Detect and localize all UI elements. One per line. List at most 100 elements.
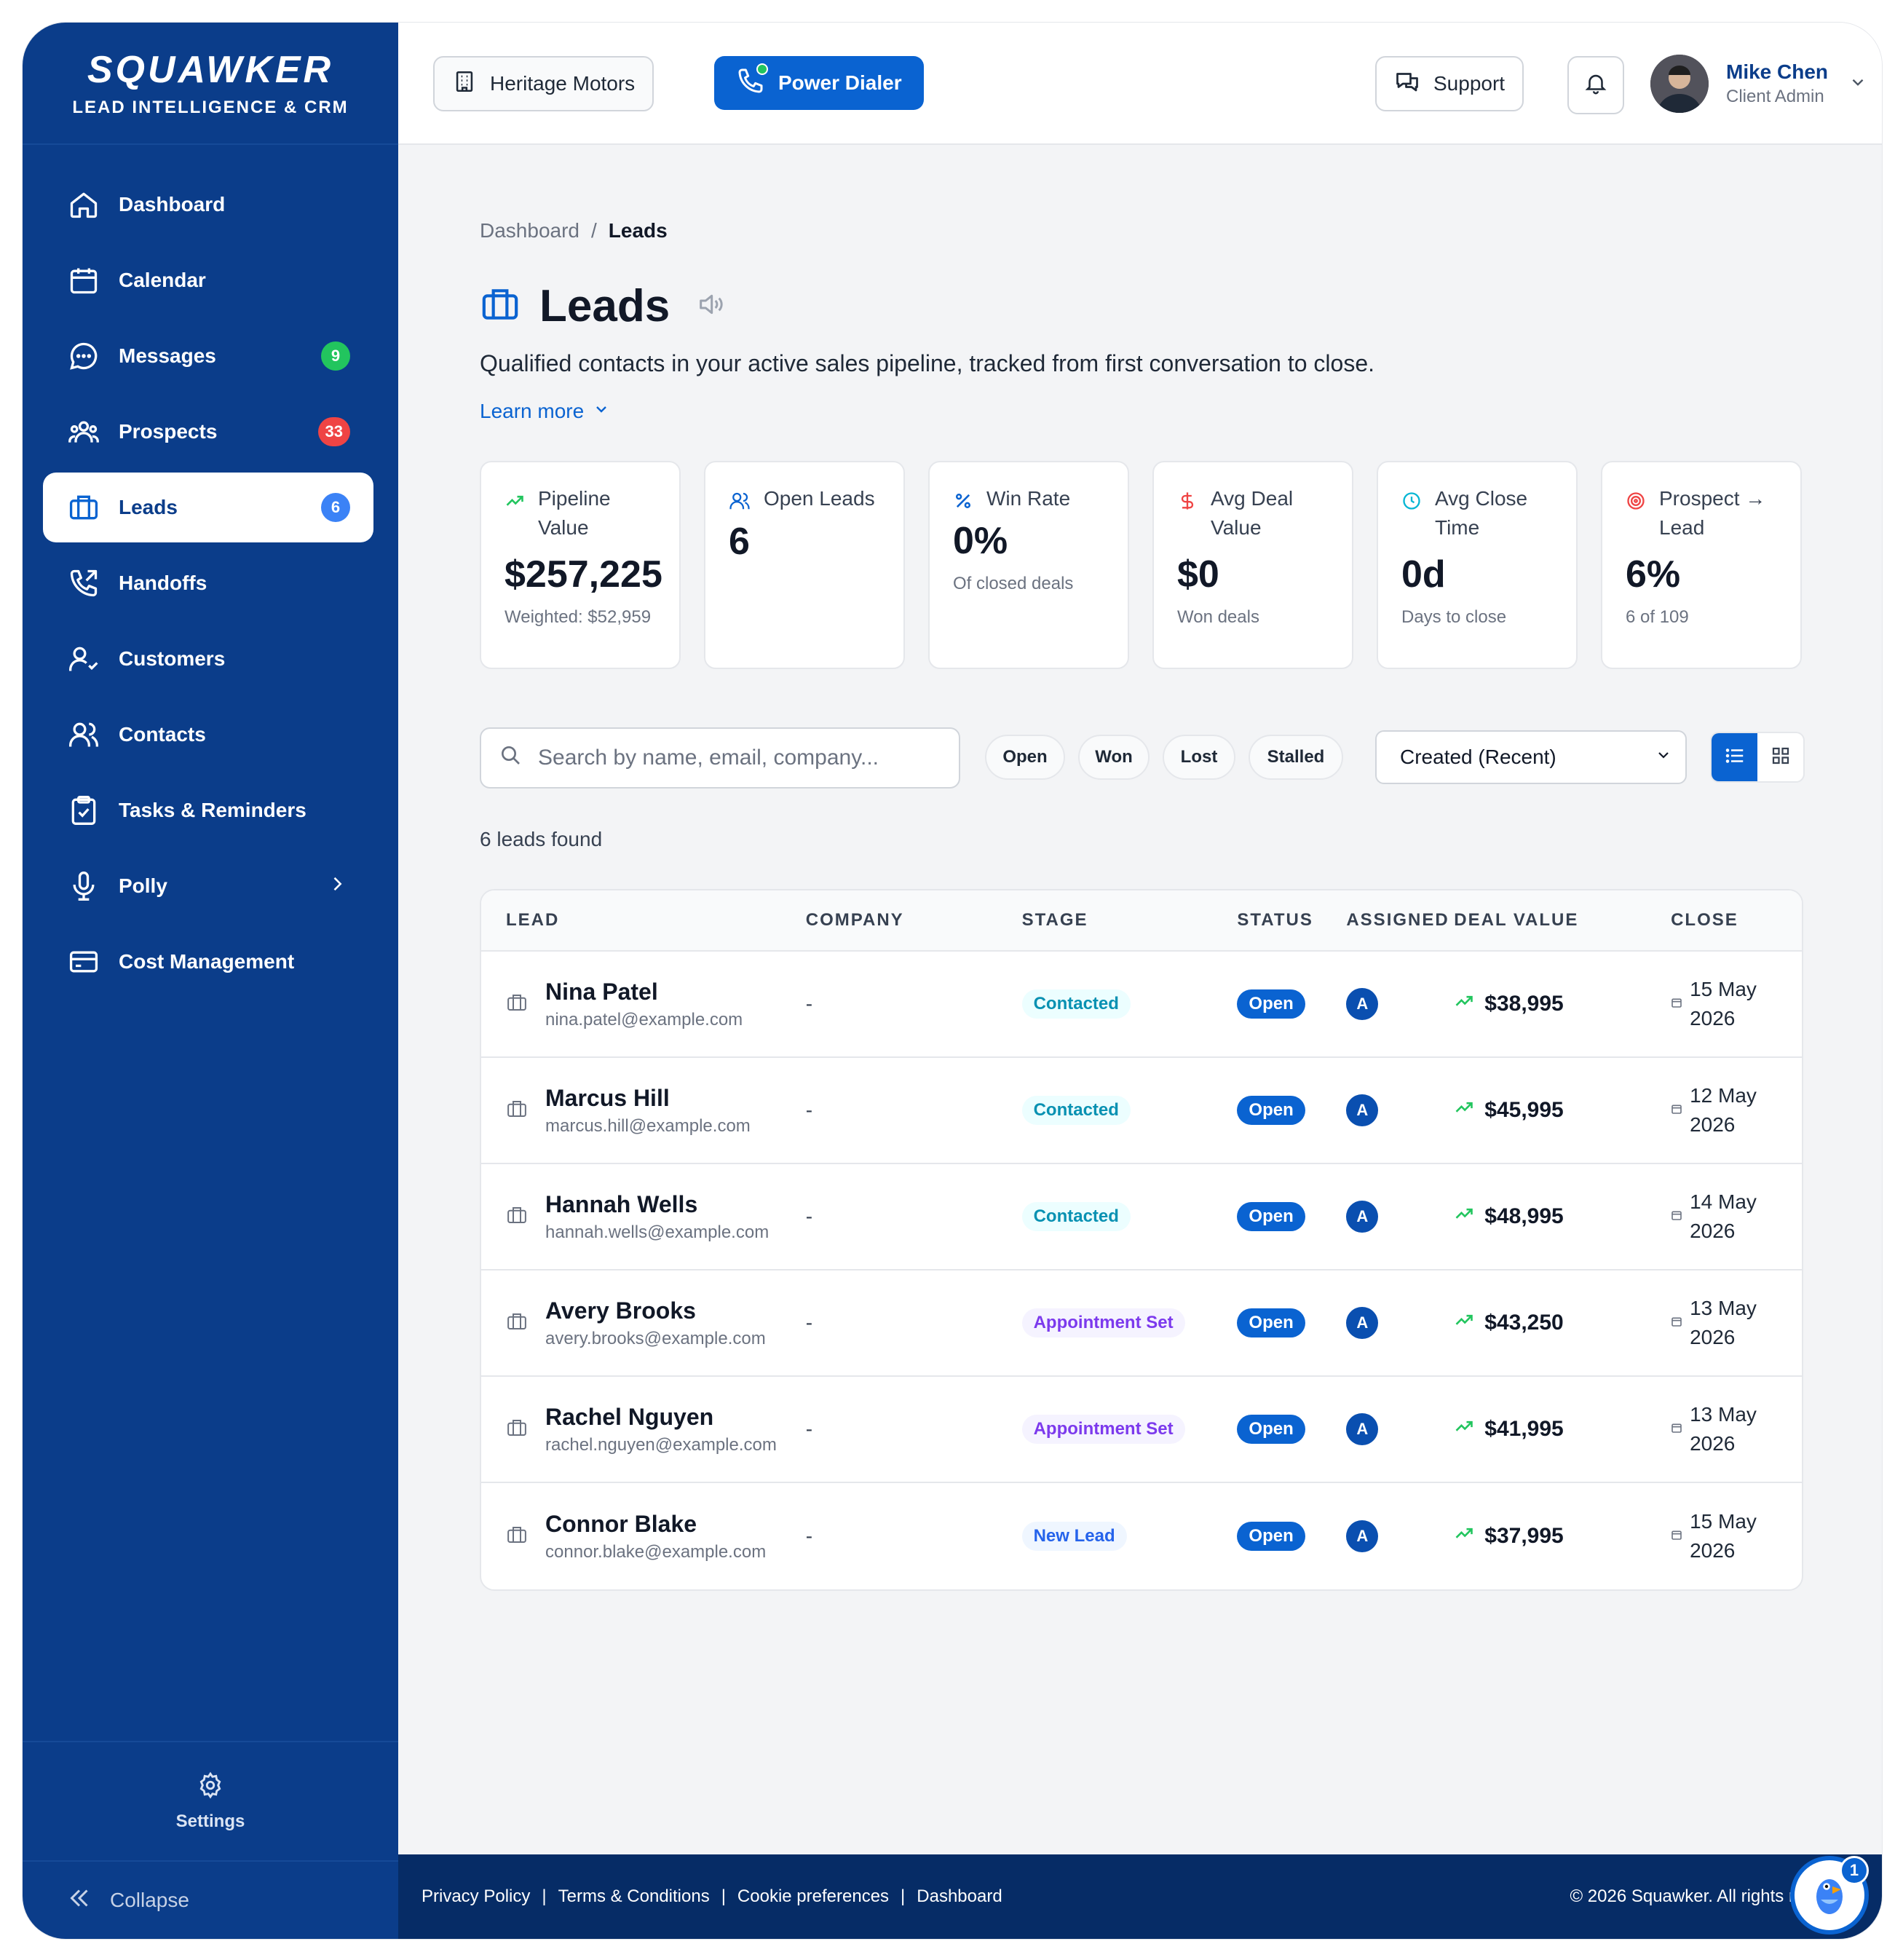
home-icon [68, 189, 100, 221]
main-content: Dashboard / Leads Leads Qualified contacts… [398, 145, 1882, 1854]
table-row[interactable]: Nina Patel nina.patel@example.com - Cont… [481, 952, 1802, 1058]
chat-widget-button[interactable]: 1 [1790, 1856, 1869, 1935]
sidebar-item-dashboard[interactable]: Dashboard [43, 170, 373, 240]
lead-name[interactable]: Hannah Wells [545, 1191, 769, 1218]
stat-label: Avg Deal Value [1211, 487, 1294, 539]
sidebar-item-calendar[interactable]: Calendar [43, 245, 373, 315]
close-date-cell: 13 May 2026 [1671, 1294, 1802, 1352]
grid-view-button[interactable] [1757, 733, 1803, 781]
sidebar-item-customers[interactable]: Customers [43, 624, 373, 694]
list-icon [1724, 745, 1746, 770]
filter-chip-won[interactable]: Won [1078, 735, 1150, 780]
sidebar-item-prospects[interactable]: Prospects 33 [43, 397, 373, 467]
column-header-company[interactable]: COMPANY [806, 910, 1022, 930]
filter-chip-lost[interactable]: Lost [1163, 735, 1235, 780]
stage-badge: Appointment Set [1021, 1308, 1185, 1337]
assignee-avatar[interactable]: A [1346, 1201, 1379, 1233]
brand-logo[interactable]: SQUAWKER LEAD INTELLIGENCE & CRM [23, 23, 398, 145]
breadcrumb-separator: / [590, 219, 597, 242]
status-badge: Open [1237, 1308, 1305, 1337]
company-cell: - [805, 1205, 813, 1228]
sort-select[interactable]: Created (Recent) [1375, 730, 1687, 784]
close-date-cell: 15 May 2026 [1671, 1507, 1802, 1565]
company-cell: - [805, 1311, 813, 1334]
speaker-icon[interactable] [696, 290, 725, 323]
leads-toolbar: Search by name, email, company... Open W… [480, 727, 1805, 789]
search-icon [499, 743, 522, 772]
column-header-stage[interactable]: STAGE [1022, 910, 1238, 930]
sidebar-item-polly[interactable]: Polly [43, 851, 373, 921]
table-row[interactable]: Avery Brooks avery.brooks@example.com - … [481, 1271, 1802, 1377]
stat-label: Open Leads [764, 487, 875, 510]
deal-value-cell: $41,995 [1454, 1416, 1671, 1442]
close-date-day: 14 May [1690, 1190, 1757, 1213]
close-date-day: 15 May [1690, 1510, 1757, 1533]
clock-icon [1401, 490, 1422, 519]
sidebar-item-messages[interactable]: Messages 9 [43, 321, 373, 391]
sidebar-item-leads[interactable]: Leads 6 [43, 473, 373, 542]
filter-chip-stalled[interactable]: Stalled [1249, 735, 1343, 780]
user-menu[interactable]: Mike Chen Client Admin [1650, 55, 1867, 113]
table-row[interactable]: Marcus Hill marcus.hill@example.com - Co… [481, 1058, 1802, 1164]
breadcrumb-dashboard-link[interactable]: Dashboard [480, 219, 579, 242]
close-date-cell: 12 May 2026 [1671, 1081, 1802, 1139]
table-row[interactable]: Connor Blake connor.blake@example.com - … [481, 1483, 1802, 1589]
stat-value: $257,225 [505, 553, 662, 596]
prospects-count-badge: 33 [317, 417, 350, 446]
sort-selected-value: Created (Recent) [1400, 746, 1556, 768]
assignee-avatar[interactable]: A [1346, 988, 1379, 1020]
footer-link-dashboard[interactable]: Dashboard [917, 1886, 1002, 1907]
assignee-avatar[interactable]: A [1346, 1094, 1379, 1126]
stat-card-pipeline-value: Pipeline Value $257,225 Weighted: $52,95… [480, 461, 681, 669]
bell-icon [1583, 71, 1608, 100]
footer-link-cookies[interactable]: Cookie preferences [737, 1886, 889, 1907]
sidebar-item-cost-management[interactable]: Cost Management [43, 927, 373, 997]
assignee-avatar[interactable]: A [1346, 1413, 1379, 1445]
power-dialer-button[interactable]: Power Dialer [714, 56, 924, 110]
user-role: Client Admin [1726, 87, 1824, 106]
lead-cell: Connor Blake connor.blake@example.com [481, 1511, 806, 1562]
trend-up-icon [1454, 991, 1474, 1017]
column-header-close[interactable]: CLOSE [1671, 910, 1802, 930]
column-header-assigned[interactable]: ASSIGNED [1346, 910, 1454, 930]
support-button[interactable]: Support [1375, 56, 1524, 111]
assignee-avatar[interactable]: A [1346, 1520, 1379, 1552]
lead-name[interactable]: Nina Patel [545, 979, 743, 1005]
stat-subtext: Days to close [1401, 607, 1507, 627]
assignee-avatar[interactable]: A [1346, 1307, 1379, 1339]
collapse-sidebar-button[interactable]: Collapse [23, 1862, 398, 1939]
search-input[interactable]: Search by name, email, company... [480, 727, 960, 789]
learn-more-label: Learn more [480, 400, 585, 422]
stage-badge: Appointment Set [1021, 1415, 1185, 1444]
close-date-year: 2026 [1690, 1432, 1736, 1455]
status-cell: Open [1237, 1308, 1346, 1337]
stage-badge: New Lead [1021, 1522, 1127, 1551]
column-header-status[interactable]: STATUS [1237, 910, 1346, 930]
list-view-button[interactable] [1712, 733, 1757, 781]
notifications-button[interactable] [1567, 56, 1624, 114]
column-header-deal-value[interactable]: DEAL VALUE [1454, 910, 1671, 930]
stat-card-open-leads: Open Leads 6 [704, 461, 905, 669]
sidebar-item-label: Tasks & Reminders [119, 799, 306, 821]
sidebar-item-contacts[interactable]: Contacts [43, 700, 373, 770]
lead-name[interactable]: Rachel Nguyen [545, 1404, 777, 1431]
lead-name[interactable]: Marcus Hill [545, 1085, 751, 1112]
gear-icon [197, 1771, 224, 1804]
footer-link-privacy[interactable]: Privacy Policy [422, 1886, 530, 1907]
footer-link-terms[interactable]: Terms & Conditions [558, 1886, 710, 1907]
filter-chip-open[interactable]: Open [985, 735, 1065, 780]
learn-more-link[interactable]: Learn more [480, 400, 610, 423]
column-header-lead[interactable]: LEAD [481, 910, 806, 930]
lead-name[interactable]: Connor Blake [545, 1511, 766, 1538]
close-date-day: 12 May [1690, 1084, 1757, 1107]
dealership-switcher-button[interactable]: Heritage Motors [433, 56, 654, 111]
close-date-year: 2026 [1690, 1220, 1736, 1242]
settings-button[interactable]: Settings [23, 1741, 398, 1862]
sidebar-item-handoffs[interactable]: Handoffs [43, 548, 373, 618]
table-row[interactable]: Hannah Wells hannah.wells@example.com - … [481, 1164, 1802, 1271]
close-date-cell: 15 May 2026 [1671, 975, 1802, 1033]
app-window: SQUAWKER LEAD INTELLIGENCE & CRM Dashboa… [22, 22, 1883, 1940]
table-row[interactable]: Rachel Nguyen rachel.nguyen@example.com … [481, 1377, 1802, 1483]
sidebar-item-tasks-reminders[interactable]: Tasks & Reminders [43, 775, 373, 845]
lead-name[interactable]: Avery Brooks [545, 1297, 766, 1324]
